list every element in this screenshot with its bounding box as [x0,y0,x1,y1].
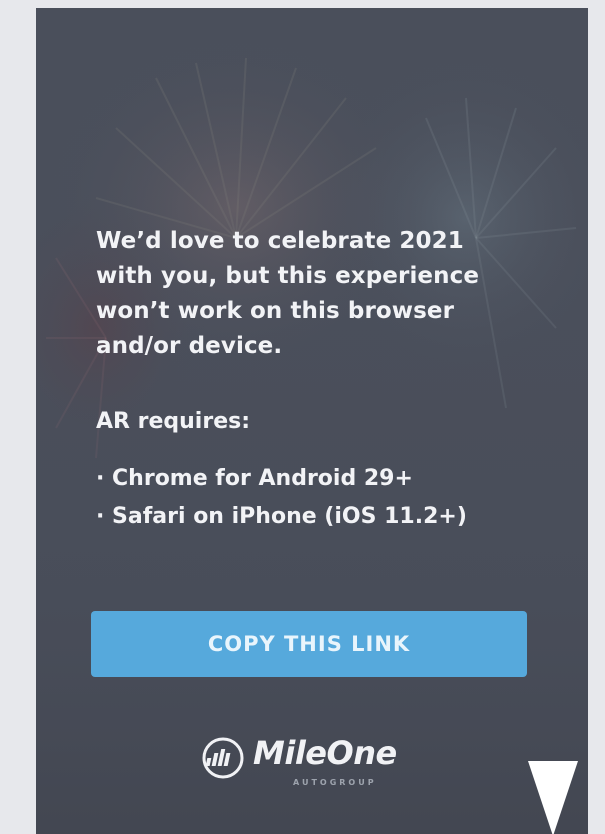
requirement-item-safari: Safari on iPhone (iOS 11.2+) [96,498,467,536]
page: We’d love to celebrate 2021 with you, bu… [0,0,605,834]
logo-wordmark: MileOne [253,734,397,772]
logo-subtitle: AUTOGROUP [293,778,377,787]
copy-link-button[interactable]: COPY THIS LINK [91,611,527,677]
requirement-item-chrome: Chrome for Android 29+ [96,460,467,498]
mileone-logo[interactable]: MileOne AUTOGROUP [201,734,441,804]
unsupported-message: We’d love to celebrate 2021 with you, bu… [96,228,480,359]
requirements-list: Chrome for Android 29+ Safari on iPhone … [96,460,467,536]
requirements-title: AR requires: [96,409,251,434]
mileone-logo-icon [202,737,244,779]
unsupported-browser-card: We’d love to celebrate 2021 with you, bu… [36,8,588,834]
scroll-down-arrow-icon[interactable] [528,761,578,834]
